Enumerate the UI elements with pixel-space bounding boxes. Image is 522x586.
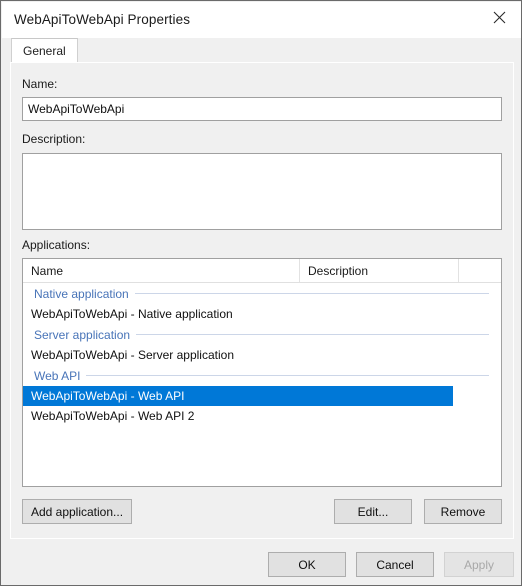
table-row[interactable]: WebApiToWebApi - Web API 2 xyxy=(23,406,501,426)
table-cell-name: WebApiToWebApi - Server application xyxy=(31,348,234,362)
list-header-row: Name Description xyxy=(23,259,501,283)
properties-dialog: WebApiToWebApi Properties General Name: … xyxy=(0,0,522,586)
table-cell-name: WebApiToWebApi - Native application xyxy=(31,307,233,321)
list-group-header-label: Server application xyxy=(34,327,131,342)
name-label: Name: xyxy=(22,77,58,91)
title-bar: WebApiToWebApi Properties xyxy=(2,2,521,38)
table-row[interactable]: WebApiToWebApi - Native application xyxy=(23,304,501,324)
list-group-header[interactable]: Server application xyxy=(23,324,501,345)
table-row[interactable]: WebApiToWebApi - Web API xyxy=(23,386,453,406)
cancel-button[interactable]: Cancel xyxy=(356,552,434,577)
list-body: Native application WebApiToWebApi - Nativ… xyxy=(23,283,501,426)
name-input[interactable] xyxy=(22,97,502,121)
tab-general[interactable]: General xyxy=(11,38,78,62)
tab-strip: General xyxy=(2,38,521,62)
list-group-header[interactable]: Web API xyxy=(23,365,501,386)
list-group-header-rule xyxy=(136,334,489,335)
window-title: WebApiToWebApi Properties xyxy=(14,12,191,27)
list-group-header-label: Web API xyxy=(34,368,81,383)
close-icon[interactable] xyxy=(477,2,521,32)
list-group-header[interactable]: Native application xyxy=(23,283,501,304)
list-group-header-rule xyxy=(86,375,489,376)
column-header-spacer[interactable] xyxy=(458,259,501,282)
remove-button[interactable]: Remove xyxy=(424,499,502,524)
tab-general-label: General xyxy=(23,43,66,58)
table-row[interactable]: WebApiToWebApi - Server application xyxy=(23,345,501,365)
column-header-name[interactable]: Name xyxy=(23,259,299,282)
description-input[interactable] xyxy=(22,153,502,230)
edit-button[interactable]: Edit... xyxy=(334,499,412,524)
add-application-button[interactable]: Add application... xyxy=(22,499,132,524)
apply-button[interactable]: Apply xyxy=(444,552,514,577)
table-cell-name: WebApiToWebApi - Web API xyxy=(31,389,185,403)
ok-button[interactable]: OK xyxy=(268,552,346,577)
description-label: Description: xyxy=(22,132,86,146)
list-group-header-rule xyxy=(134,293,489,294)
column-header-description[interactable]: Description xyxy=(299,259,458,282)
list-group-header-label: Native application xyxy=(34,286,129,301)
applications-list[interactable]: Name Description Native application WebAp… xyxy=(22,258,502,487)
table-cell-name: WebApiToWebApi - Web API 2 xyxy=(31,409,195,423)
applications-label: Applications: xyxy=(22,238,91,252)
